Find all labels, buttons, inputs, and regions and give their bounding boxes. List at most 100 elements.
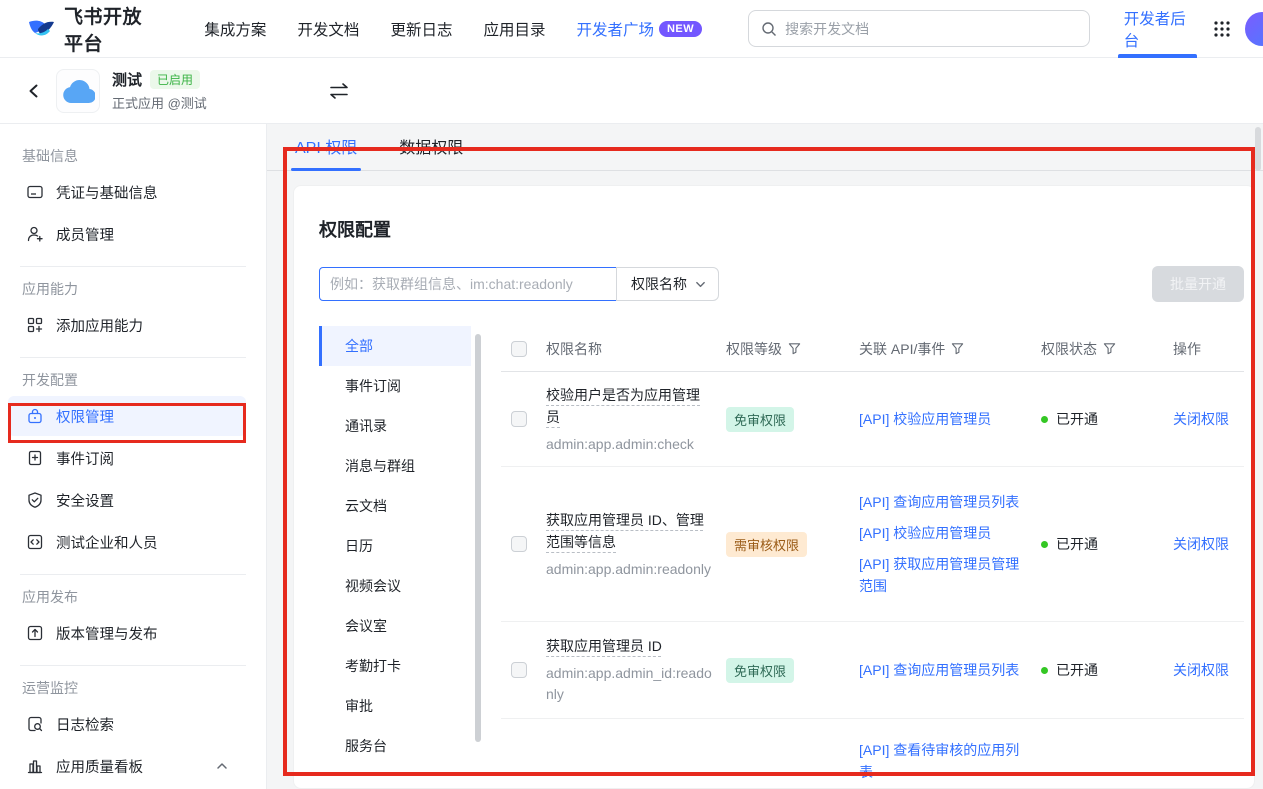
close-permission-link[interactable]: 关闭权限 bbox=[1173, 662, 1229, 678]
scrollbar-thumb[interactable] bbox=[1255, 127, 1261, 171]
header-permission-level: 权限等级 bbox=[726, 339, 782, 359]
category-item-event[interactable]: 事件订阅 bbox=[319, 366, 471, 406]
category-item-contacts[interactable]: 通讯录 bbox=[319, 406, 471, 446]
category-item-video-meeting[interactable]: 视频会议 bbox=[319, 566, 471, 606]
app-grid-icon[interactable] bbox=[1213, 20, 1231, 38]
category-item-attendance[interactable]: 考勤打卡 bbox=[319, 646, 471, 686]
sidebar-item-quality-dashboard[interactable]: 应用质量看板 bbox=[8, 746, 246, 786]
divider bbox=[20, 665, 246, 666]
category-item-calendar[interactable]: 日历 bbox=[319, 526, 471, 566]
sidebar-item-credentials[interactable]: 凭证与基础信息 bbox=[8, 172, 246, 212]
permission-level-badge: 需审核权限 bbox=[726, 532, 807, 557]
status-dot bbox=[1041, 416, 1048, 423]
top-nav: 飞书开放平台 集成方案 开发文档 更新日志 应用目录 开发者广场 NEW 开发者… bbox=[0, 0, 1263, 58]
row-checkbox[interactable] bbox=[511, 411, 527, 427]
sidebar-item-security-settings[interactable]: 安全设置 bbox=[8, 480, 246, 520]
app-name: 测试 bbox=[112, 69, 142, 90]
status-text: 已开通 bbox=[1056, 660, 1098, 680]
header-action: 操作 bbox=[1173, 339, 1244, 359]
sidebar-item-log-search[interactable]: 日志检索 bbox=[8, 704, 246, 744]
sidebar-item-test-company[interactable]: 测试企业和人员 bbox=[8, 522, 246, 562]
category-item-approval[interactable]: 审批 bbox=[319, 686, 471, 726]
sidebar-item-permissions[interactable]: 权限管理 bbox=[8, 396, 246, 436]
permission-config-panel: 权限配置 权限名称 批量开通 全部 事件订阅 通讯录 bbox=[293, 185, 1255, 789]
filter-icon[interactable] bbox=[788, 342, 801, 355]
category-list: 全部 事件订阅 通讯录 消息与群组 云文档 日历 视频会议 会议室 考勤打卡 审… bbox=[319, 326, 471, 766]
app-subtitle: 正式应用 @测试 bbox=[112, 93, 207, 112]
chevron-up-icon[interactable] bbox=[216, 760, 228, 772]
doc-search-input[interactable] bbox=[785, 21, 1077, 37]
api-link[interactable]: [API] 获取应用管理员管理范围 bbox=[859, 553, 1031, 597]
filter-icon[interactable] bbox=[951, 342, 964, 355]
nav-item-developer-plaza-label: 开发者广场 bbox=[576, 18, 654, 40]
divider bbox=[20, 357, 246, 358]
category-item-helpdesk[interactable]: 服务台 bbox=[319, 726, 471, 766]
category-item-meeting-room[interactable]: 会议室 bbox=[319, 606, 471, 646]
category-item-all[interactable]: 全部 bbox=[319, 326, 471, 366]
nav-item-developer-plaza[interactable]: 开发者广场 NEW bbox=[576, 18, 702, 40]
api-link[interactable]: [API] 查看待审核的应用列表 bbox=[859, 739, 1031, 783]
nav-item-app-directory[interactable]: 应用目录 bbox=[483, 18, 545, 40]
main-content: API 权限 数据权限 权限配置 权限名称 批量开通 bbox=[267, 124, 1263, 789]
sidebar-item-members[interactable]: 成员管理 bbox=[8, 214, 246, 254]
status-dot bbox=[1041, 541, 1048, 548]
category-item-docs[interactable]: 云文档 bbox=[319, 486, 471, 526]
tab-api-permissions[interactable]: API 权限 bbox=[291, 134, 361, 170]
sidebar-item-version-release[interactable]: 版本管理与发布 bbox=[8, 613, 246, 653]
doc-search-box[interactable] bbox=[748, 10, 1090, 47]
row-checkbox[interactable] bbox=[511, 662, 527, 678]
permission-level-badge: 免审权限 bbox=[726, 407, 794, 432]
nav-item-changelog[interactable]: 更新日志 bbox=[390, 18, 452, 40]
close-permission-link[interactable]: 关闭权限 bbox=[1173, 411, 1229, 427]
nav-item-integration[interactable]: 集成方案 bbox=[204, 18, 266, 40]
back-button[interactable] bbox=[20, 77, 48, 105]
logo[interactable]: 飞书开放平台 bbox=[26, 2, 160, 56]
category-scrollbar[interactable] bbox=[471, 326, 485, 766]
lock-icon bbox=[26, 407, 44, 425]
sidebar-section-app-capability: 应用能力 bbox=[0, 279, 266, 303]
permission-search-input[interactable] bbox=[319, 267, 617, 301]
tab-data-permissions[interactable]: 数据权限 bbox=[395, 134, 467, 170]
category-item-messages[interactable]: 消息与群组 bbox=[319, 446, 471, 486]
permission-code: admin:app.admin:check bbox=[546, 434, 712, 455]
row-checkbox[interactable] bbox=[511, 536, 527, 552]
bookmark-add-icon bbox=[26, 449, 44, 467]
search-field-select[interactable]: 权限名称 bbox=[616, 267, 719, 301]
sidebar-section-operations: 运营监控 bbox=[0, 678, 266, 702]
api-link[interactable]: [API] 查询应用管理员列表 bbox=[859, 659, 1031, 681]
select-all-checkbox[interactable] bbox=[511, 341, 527, 357]
new-badge: NEW bbox=[659, 21, 702, 37]
filter-icon[interactable] bbox=[1103, 342, 1116, 355]
permission-name[interactable]: 获取应用管理员 ID bbox=[546, 635, 712, 657]
sidebar-item-label: 应用质量看板 bbox=[56, 756, 143, 777]
table-row: [API] 查看待审核的应用列表 bbox=[501, 719, 1244, 789]
bar-chart-icon bbox=[26, 757, 44, 775]
sidebar-item-event-subscription[interactable]: 事件订阅 bbox=[8, 438, 246, 478]
log-search-icon bbox=[26, 715, 44, 733]
permission-search-group: 权限名称 bbox=[319, 267, 719, 301]
switch-app-icon[interactable] bbox=[329, 82, 349, 100]
user-avatar[interactable] bbox=[1245, 12, 1263, 46]
nav-item-docs[interactable]: 开发文档 bbox=[297, 18, 359, 40]
tab-developer-console[interactable]: 开发者后台 bbox=[1112, 0, 1203, 58]
panel-title: 权限配置 bbox=[319, 216, 1244, 242]
person-add-icon bbox=[26, 225, 44, 243]
sidebar-item-label: 安全设置 bbox=[56, 490, 114, 511]
scrollbar-thumb[interactable] bbox=[475, 334, 481, 742]
app-meta: 测试 已启用 正式应用 @测试 bbox=[112, 69, 207, 112]
table-row: 获取应用管理员 ID admin:app.admin_id:readonly 免… bbox=[501, 622, 1244, 719]
sidebar-item-add-capability[interactable]: 添加应用能力 bbox=[8, 305, 246, 345]
sidebar-item-label: 版本管理与发布 bbox=[56, 623, 158, 644]
api-link[interactable]: [API] 校验应用管理员 bbox=[859, 522, 1031, 544]
sidebar: 基础信息 凭证与基础信息 成员管理 应用能力 添加应用能力 开发配置 bbox=[0, 124, 267, 789]
bulk-enable-button[interactable]: 批量开通 bbox=[1152, 266, 1244, 302]
app-icon bbox=[56, 69, 100, 113]
api-link[interactable]: [API] 查询应用管理员列表 bbox=[859, 491, 1031, 513]
permission-name[interactable]: 获取应用管理员 ID、管理范围等信息 bbox=[546, 509, 712, 553]
permission-table: 权限名称 权限等级 关联 API/事件 权限状态 bbox=[501, 326, 1244, 766]
permission-name[interactable]: 校验用户是否为应用管理员 bbox=[546, 384, 712, 428]
top-nav-links: 集成方案 开发文档 更新日志 应用目录 开发者广场 NEW bbox=[204, 18, 702, 40]
close-permission-link[interactable]: 关闭权限 bbox=[1173, 536, 1229, 552]
sidebar-item-label: 测试企业和人员 bbox=[56, 532, 158, 553]
api-link[interactable]: [API] 校验应用管理员 bbox=[859, 408, 1031, 430]
